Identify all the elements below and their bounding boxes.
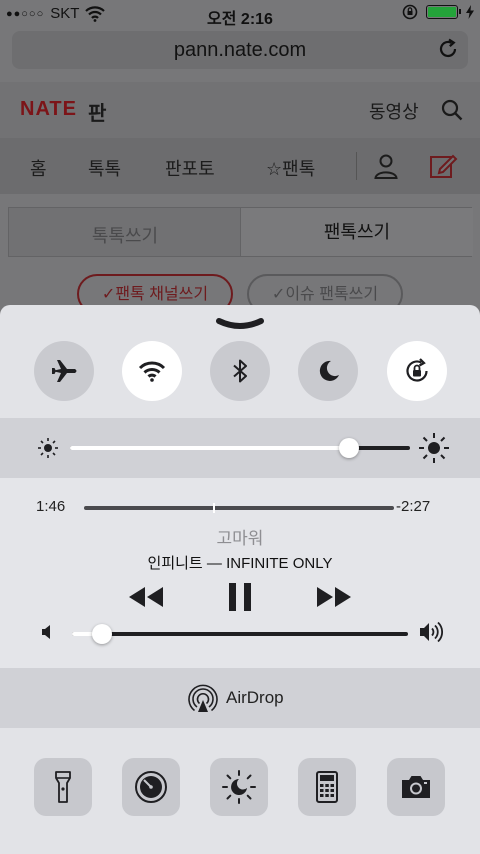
site-header: NATE 판 동영상 [0,82,480,138]
previous-track-button[interactable] [126,582,166,612]
brightness-section [0,418,480,478]
chevron-down-icon[interactable] [215,317,265,331]
bluetooth-icon [233,359,247,383]
camera-icon [402,776,430,798]
moon-icon [319,360,339,381]
section-title[interactable]: 판 [88,97,106,126]
search-icon[interactable] [440,98,464,122]
reload-icon[interactable] [436,37,460,61]
timer-icon [135,771,167,803]
airdrop-section: AirDrop [0,668,480,728]
night-shift-button[interactable] [210,758,268,816]
user-icon[interactable] [372,152,400,180]
airdrop-label: AirDrop [226,688,284,707]
playback-scrubber[interactable] [84,506,394,510]
edit-icon[interactable] [428,151,458,181]
brightness-high-icon [419,433,449,463]
volume-thumb[interactable] [92,624,113,644]
now-playing-section: 1:46 -2:27 고마워 인피니트 — INFINITE ONLY [0,478,480,668]
brightness-fill [70,446,349,450]
write-tabs: 톡톡쓰기 팬톡쓰기 [8,207,473,257]
status-bar: ●●○○○ SKT 오전 2:16 [0,0,480,28]
do-not-disturb-toggle[interactable] [298,341,358,401]
volume-slider[interactable] [72,632,408,636]
nav-divider [356,152,357,180]
brightness-low-icon [38,438,58,458]
rotation-lock-toggle[interactable] [387,341,447,401]
nav-toktok[interactable]: 톡톡 [88,155,121,181]
elapsed-time: 1:46 [36,498,66,515]
url-text: pann.nate.com [173,39,307,61]
nate-logo[interactable]: NATE [20,98,77,121]
volume-high-icon [420,621,443,643]
brightness-thumb[interactable] [338,438,359,458]
tab-toktok-write[interactable]: 톡톡쓰기 [9,222,241,248]
song-title[interactable]: 고마워 [0,524,480,549]
control-center: 1:46 -2:27 고마워 인피니트 — INFINITE ONLY AirD… [0,305,480,854]
battery-level [428,7,456,17]
timer-button[interactable] [122,758,180,816]
battery-icon [426,5,461,19]
site-nav: 홈 톡톡 판포토 ☆팬톡 [0,138,480,194]
calculator-icon [316,771,338,803]
flashlight-icon [55,771,71,803]
charging-icon [466,5,474,19]
night-shift-icon [222,770,256,804]
volume-low-icon [42,625,50,639]
rewind-icon [129,587,163,607]
rotation-lock-icon [406,358,428,382]
bluetooth-toggle[interactable] [210,341,270,401]
remaining-time: -2:27 [396,498,431,515]
airplane-icon [52,360,77,382]
address-bar[interactable]: pann.nate.com [12,31,468,69]
rotation-lock-icon [402,4,418,20]
airdrop-button[interactable]: AirDrop [188,682,284,714]
nav-panphoto[interactable]: 판포토 [165,155,215,181]
wifi-toggle[interactable] [122,341,182,401]
calculator-button[interactable] [298,758,356,816]
playback-position[interactable] [213,503,216,513]
airdrop-icon [188,684,218,712]
pause-button[interactable] [224,582,256,612]
airplane-mode-toggle[interactable] [34,341,94,401]
fast-forward-icon [317,587,351,607]
nav-fantalk[interactable]: ☆팬톡 [266,155,315,181]
nav-home[interactable]: 홈 [30,155,47,181]
wifi-icon [138,361,166,382]
camera-button[interactable] [387,758,445,816]
song-artist[interactable]: 인피니트 — INFINITE ONLY [0,552,480,573]
next-track-button[interactable] [314,582,354,612]
flashlight-button[interactable] [34,758,92,816]
tab-fantalk-write[interactable]: 팬톡쓰기 [241,208,473,256]
video-link[interactable]: 동영상 [369,98,419,124]
pause-icon [229,583,251,611]
